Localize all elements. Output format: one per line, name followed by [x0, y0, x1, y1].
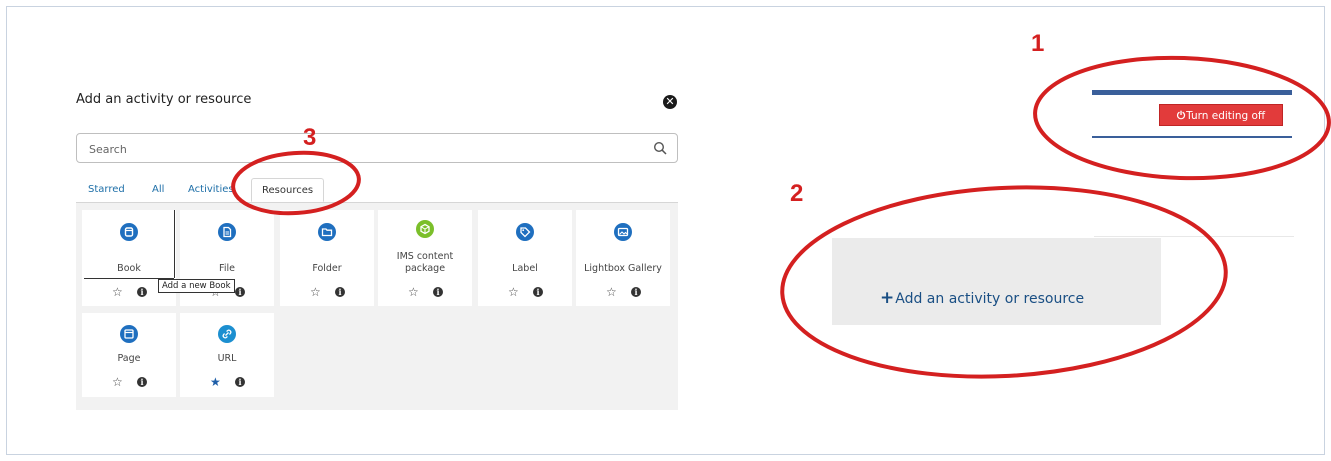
star-icon[interactable]: ☆: [408, 285, 419, 299]
search-field[interactable]: [76, 133, 678, 163]
add-activity-button[interactable]: +Add an activity or resource: [832, 238, 1161, 325]
modal-title: Add an activity or resource: [76, 92, 252, 107]
close-icon[interactable]: ✕: [663, 95, 677, 109]
package-icon: [416, 220, 434, 238]
folder-icon: [318, 223, 336, 241]
annotation-number-3: 3: [303, 124, 317, 151]
card-label: Lightbox Gallery: [584, 263, 662, 274]
card-page[interactable]: Page ☆ i: [82, 313, 176, 397]
tooltip: Add a new Book: [158, 279, 235, 293]
card-label: Book: [117, 263, 141, 274]
info-icon[interactable]: i: [137, 377, 147, 387]
book-icon: [120, 223, 138, 241]
button-label: Turn editing off: [1186, 110, 1266, 122]
card-actions: ☆ i: [478, 285, 572, 299]
card-label: Folder: [312, 263, 342, 274]
card-lightbox-gallery[interactable]: Lightbox Gallery ☆ i: [576, 210, 670, 306]
tab-all[interactable]: All: [152, 178, 164, 202]
card-label: IMS content package: [396, 251, 454, 274]
info-icon[interactable]: i: [433, 287, 443, 297]
card-url[interactable]: URL ★ i: [180, 313, 274, 397]
add-activity-label: Add an activity or resource: [895, 291, 1085, 307]
card-label-resource[interactable]: Label ☆ i: [478, 210, 572, 306]
card-label: File: [219, 263, 235, 274]
divider: [1094, 236, 1294, 237]
hover-border: [174, 210, 175, 278]
gallery-icon: [614, 223, 632, 241]
power-icon: ⏻: [1176, 110, 1186, 122]
annotation-number-1: 1: [1031, 30, 1045, 57]
info-icon[interactable]: i: [631, 287, 641, 297]
annotation-number-2: 2: [790, 180, 804, 207]
info-icon[interactable]: i: [235, 287, 245, 297]
card-label: URL: [217, 353, 237, 364]
info-icon[interactable]: i: [335, 287, 345, 297]
card-actions: ★ i: [180, 375, 274, 389]
info-icon[interactable]: i: [235, 377, 245, 387]
page-icon: [120, 325, 138, 343]
star-icon[interactable]: ☆: [606, 285, 617, 299]
info-icon[interactable]: i: [533, 287, 543, 297]
header-bar: [1092, 90, 1292, 95]
tab-activities[interactable]: Activities: [188, 178, 234, 202]
tab-resources[interactable]: Resources: [251, 178, 325, 202]
search-icon[interactable]: [653, 141, 667, 155]
add-activity-text: +Add an activity or resource: [880, 288, 1084, 308]
card-folder[interactable]: Folder ☆ i: [280, 210, 374, 306]
card-ims-content-package[interactable]: IMS content package ☆ i: [378, 210, 472, 306]
star-icon[interactable]: ☆: [112, 285, 123, 299]
header-bar-bottom: [1092, 136, 1292, 138]
tag-icon: [516, 223, 534, 241]
card-actions: ☆ i: [280, 285, 374, 299]
card-label: Label: [512, 263, 538, 274]
tab-starred[interactable]: Starred: [88, 178, 125, 202]
star-icon[interactable]: ☆: [310, 285, 321, 299]
info-icon[interactable]: i: [137, 287, 147, 297]
card-actions: ☆ i: [378, 285, 472, 299]
file-icon: [218, 223, 236, 241]
search-input[interactable]: [89, 141, 629, 157]
card-label: Page: [117, 353, 141, 364]
card-actions: ☆ i: [576, 285, 670, 299]
star-icon[interactable]: ☆: [508, 285, 519, 299]
star-icon[interactable]: ☆: [112, 375, 123, 389]
plus-icon: +: [880, 288, 895, 308]
turn-editing-off-button[interactable]: ⏻Turn editing off: [1159, 104, 1283, 126]
star-filled-icon[interactable]: ★: [210, 375, 221, 389]
card-actions: ☆ i: [82, 375, 176, 389]
link-icon: [218, 325, 236, 343]
